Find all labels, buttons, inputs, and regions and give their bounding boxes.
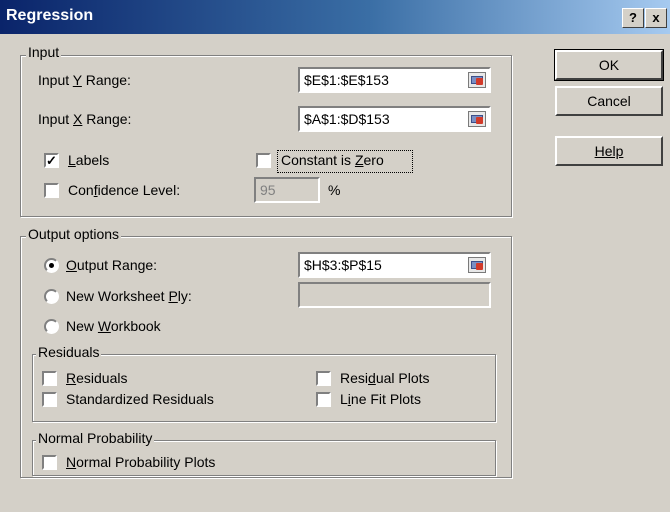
input-x-range-label: Input X Range:: [38, 111, 132, 127]
cancel-button[interactable]: Cancel: [555, 86, 663, 116]
window-title: Regression: [6, 7, 94, 24]
confidence-level-checkbox[interactable]: [44, 183, 59, 198]
close-titlebar-button[interactable]: x: [645, 8, 667, 28]
normal-probability-plots-checkbox[interactable]: [42, 455, 57, 470]
ok-button[interactable]: OK: [554, 49, 664, 81]
title-bar: Regression ? x: [0, 0, 670, 34]
residual-plots-checkbox[interactable]: [316, 371, 331, 386]
help-button-label: Help: [594, 143, 624, 159]
percent-sign: %: [328, 182, 341, 198]
line-fit-plots-label: Line Fit Plots: [340, 391, 421, 407]
output-range-field[interactable]: $H$3:$P$15: [298, 252, 491, 278]
confidence-level-value: 95: [260, 182, 276, 198]
input-x-range-field[interactable]: $A$1:$D$153: [298, 106, 491, 132]
new-worksheet-ply-radio[interactable]: [44, 289, 59, 304]
labels-label: Labels: [68, 152, 110, 168]
output-range-label: Output Range:: [66, 257, 158, 273]
confidence-level-field[interactable]: 95: [254, 177, 320, 203]
residuals-checkbox[interactable]: [42, 371, 57, 386]
line-fit-plots-checkbox[interactable]: [316, 392, 331, 407]
new-worksheet-ply-label: New Worksheet Ply:: [66, 288, 192, 304]
normal-probability-legend: Normal Probability: [36, 430, 155, 446]
labels-checkbox[interactable]: ✓: [44, 153, 59, 168]
residuals-legend: Residuals: [36, 344, 102, 360]
residuals-group: [32, 354, 496, 422]
new-worksheet-ply-field[interactable]: [298, 282, 491, 308]
input-legend: Input: [26, 44, 62, 60]
output-options-legend: Output options: [26, 226, 122, 242]
collapse-dialog-icon[interactable]: [468, 257, 486, 273]
input-y-range-label: Input Y Range:: [38, 72, 131, 88]
new-workbook-radio[interactable]: [44, 319, 59, 334]
collapse-dialog-icon[interactable]: [468, 72, 486, 88]
input-y-range-field[interactable]: $E$1:$E$153: [298, 67, 491, 93]
residual-plots-label: Residual Plots: [340, 370, 430, 386]
input-y-range-value: $E$1:$E$153: [304, 72, 389, 88]
collapse-dialog-icon[interactable]: [468, 111, 486, 127]
help-titlebar-button[interactable]: ?: [622, 8, 644, 28]
normal-probability-plots-label: Normal Probability Plots: [66, 454, 216, 470]
help-button[interactable]: Help: [555, 136, 663, 166]
confidence-level-label: Confidence Level:: [68, 182, 181, 198]
standardized-residuals-checkbox[interactable]: [42, 392, 57, 407]
new-workbook-label: New Workbook: [66, 318, 161, 334]
constant-is-zero-label: Constant is Zero: [281, 152, 384, 168]
constant-is-zero-checkbox[interactable]: [256, 153, 271, 168]
input-x-range-value: $A$1:$D$153: [304, 111, 390, 127]
residuals-label: Residuals: [66, 370, 128, 386]
output-range-radio[interactable]: [44, 258, 59, 273]
output-range-value: $H$3:$P$15: [304, 257, 382, 273]
standardized-residuals-label: Standardized Residuals: [66, 391, 214, 407]
